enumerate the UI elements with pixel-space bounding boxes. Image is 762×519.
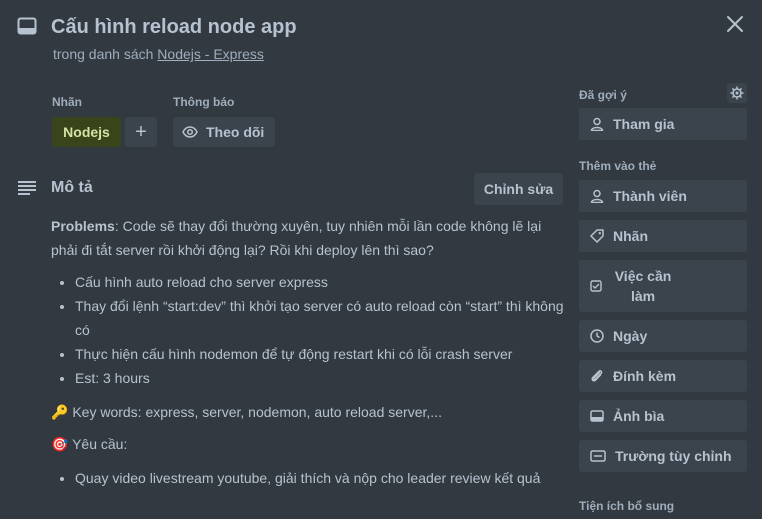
list-prefix: trong danh sách — [53, 46, 154, 62]
person-icon — [590, 117, 604, 131]
attachment-label: Đính kèm — [613, 368, 677, 384]
notifications-heading: Thông báo — [173, 95, 235, 109]
description-icon — [17, 180, 37, 196]
paperclip-icon — [590, 369, 604, 383]
cover-label: Ảnh bìa — [613, 408, 665, 424]
custom-fields-button[interactable]: Trường tùy chỉnh — [579, 440, 747, 472]
problems-paragraph: Problems: Code sẽ thay đổi thường xuyên,… — [51, 214, 571, 262]
list-link[interactable]: Nodejs - Express — [157, 46, 264, 62]
checklist-label: Việc cần làm — [614, 268, 672, 304]
request-text: Yêu cầu: — [72, 436, 128, 452]
card-icon — [17, 17, 37, 35]
list-item: Thực hiện cấu hình nodemon để tự động re… — [75, 342, 571, 366]
dates-button[interactable]: Ngày — [579, 320, 747, 352]
attachment-button[interactable]: Đính kèm — [579, 360, 747, 392]
edit-description-button[interactable]: Chỉnh sửa — [474, 173, 563, 205]
suggested-heading: Đã gợi ý — [579, 88, 627, 102]
card-cover-icon — [590, 410, 604, 422]
add-label-button[interactable]: + — [125, 117, 157, 147]
eye-icon — [182, 124, 198, 140]
list-item: Quay video livestream youtube, giải thíc… — [75, 466, 571, 490]
list-item: Thay đổi lệnh “start:dev” thì khởi tạo s… — [75, 294, 571, 342]
keywords-text: Key words: express, server, nodemon, aut… — [72, 404, 442, 420]
problems-text: : Code sẽ thay đổi thường xuyên, tuy nhi… — [51, 218, 542, 258]
custom-field-icon — [590, 450, 606, 462]
description-heading: Mô tả — [51, 179, 93, 196]
request-bullets: Quay video livestream youtube, giải thíc… — [51, 466, 571, 490]
labels-button[interactable]: Nhãn — [579, 220, 747, 252]
custom-fields-label: Trường tùy chỉnh — [615, 448, 732, 464]
join-button[interactable]: Tham gia — [579, 108, 747, 140]
close-icon[interactable] — [725, 14, 745, 34]
card-title[interactable]: Cấu hình reload node app — [51, 16, 297, 39]
checklist-button[interactable]: Việc cần làm — [579, 260, 747, 312]
problem-bullets: Cấu hình auto reload cho server express … — [51, 270, 571, 390]
key-emoji: 🔑 — [51, 404, 69, 420]
labels-label: Nhãn — [613, 228, 648, 244]
keywords-paragraph: 🔑 Key words: express, server, nodemon, a… — [51, 400, 571, 424]
clock-icon — [590, 329, 604, 343]
checklist-icon — [590, 280, 602, 292]
person-icon — [590, 189, 604, 203]
request-paragraph: 🎯 Yêu cầu: — [51, 432, 571, 456]
members-label: Thành viên — [613, 188, 687, 204]
label-chip-nodejs[interactable]: Nodejs — [52, 117, 121, 147]
add-to-card-heading: Thêm vào thẻ — [579, 159, 657, 173]
tag-icon — [590, 229, 604, 243]
dates-label: Ngày — [613, 328, 648, 344]
cover-button[interactable]: Ảnh bìa — [579, 400, 747, 432]
members-button[interactable]: Thành viên — [579, 180, 747, 212]
description-body[interactable]: Problems: Code sẽ thay đổi thường xuyên,… — [51, 214, 571, 490]
join-label: Tham gia — [613, 116, 675, 132]
problems-label: Problems — [51, 218, 115, 234]
list-item: Est: 3 hours — [75, 366, 571, 390]
watch-button[interactable]: Theo dõi — [173, 117, 275, 147]
target-emoji: 🎯 — [51, 436, 69, 452]
gear-icon[interactable] — [727, 83, 747, 103]
list-item: Cấu hình auto reload cho server express — [75, 270, 571, 294]
powerups-heading: Tiện ích bổ sung — [579, 499, 675, 513]
watch-label: Theo dõi — [206, 124, 265, 140]
list-breadcrumb: trong danh sách Nodejs - Express — [53, 46, 264, 62]
labels-heading: Nhãn — [52, 95, 82, 109]
